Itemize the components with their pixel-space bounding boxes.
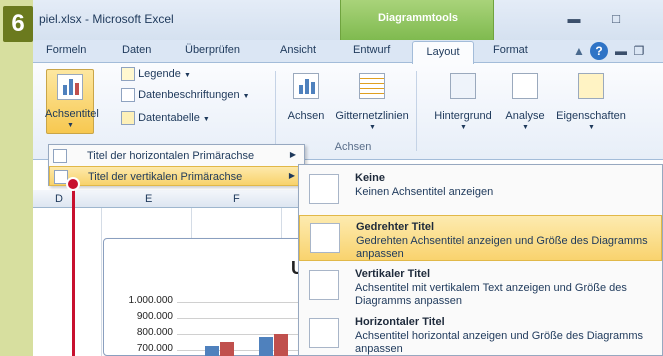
gridlines-icon bbox=[359, 73, 385, 99]
chart-gridline bbox=[177, 334, 317, 335]
horizontal-axis-icon bbox=[53, 149, 67, 163]
minimize-workbook-button[interactable]: ▬ bbox=[613, 43, 629, 59]
dropdown-arrow-icon: ▼ bbox=[202, 115, 210, 123]
dropdown-arrow-icon: ▼ bbox=[183, 71, 191, 79]
context-tab-label: Diagrammtools bbox=[377, 12, 459, 24]
legende-label: Legende bbox=[138, 67, 181, 80]
help-icon[interactable]: ? bbox=[590, 42, 608, 60]
horizontal-title-icon bbox=[309, 318, 339, 348]
y-tick-label: 1.000.000 bbox=[128, 295, 174, 306]
tab-formeln[interactable]: Formeln bbox=[46, 44, 86, 56]
y-tick-label: 900.000 bbox=[136, 311, 173, 322]
chart-bar bbox=[274, 334, 288, 356]
submenu-arrow-icon: ▶ bbox=[288, 171, 295, 180]
axis-title-submenu: Titel der horizontalen Primärachse ▶ Tit… bbox=[48, 144, 305, 186]
achsen-label: Achsen bbox=[287, 110, 325, 122]
tab-ansicht[interactable]: Ansicht bbox=[280, 44, 316, 56]
y-tick-label: 700.000 bbox=[136, 343, 173, 354]
column-header-f[interactable]: F bbox=[233, 193, 240, 205]
option-vertikaler-titel[interactable]: Vertikaler Titel Achsentitel mit vertika… bbox=[299, 263, 662, 309]
dropdown-arrow-icon: ▼ bbox=[522, 124, 529, 131]
datentabelle-label: Datentabelle bbox=[138, 111, 200, 124]
no-title-icon bbox=[309, 174, 339, 204]
dropdown-arrow-icon: ▼ bbox=[460, 124, 467, 131]
tab-format[interactable]: Format bbox=[493, 44, 528, 56]
data-table-icon bbox=[121, 111, 135, 125]
analysis-icon bbox=[512, 73, 538, 99]
chart-gridline bbox=[177, 350, 317, 351]
chart-bar bbox=[205, 346, 219, 356]
background-icon bbox=[450, 73, 476, 99]
column-header-e[interactable]: E bbox=[145, 193, 152, 205]
dropdown-arrow-icon: ▼ bbox=[588, 124, 595, 131]
menu-item-horizontal-primary-axis[interactable]: Titel der horizontalen Primärachse ▶ bbox=[49, 146, 304, 166]
excel-window: piel.xlsx - Microsoft Excel Diagrammtool… bbox=[33, 0, 663, 356]
option-horizontaler-titel[interactable]: Horizontaler Titel Achsentitel horizonta… bbox=[299, 311, 662, 356]
eigenschaften-label: Eigenschaften bbox=[556, 110, 626, 122]
group-label-achsen: Achsen bbox=[334, 141, 372, 153]
chart-bar bbox=[259, 337, 273, 356]
ribbon-collapse-icon[interactable]: ▲ bbox=[571, 43, 587, 59]
dropdown-arrow-icon: ▼ bbox=[67, 122, 74, 129]
window-title: piel.xlsx - Microsoft Excel bbox=[39, 12, 174, 26]
chart-gridline bbox=[177, 318, 317, 319]
rotated-title-icon bbox=[310, 223, 340, 253]
option-gedrehter-titel[interactable]: Gedrehter Titel Gedrehten Achsentitel an… bbox=[299, 215, 662, 261]
menu-item-vertical-primary-axis[interactable]: Titel der vertikalen Primärachse ▶ bbox=[49, 166, 304, 186]
dropdown-arrow-icon: ▼ bbox=[242, 92, 250, 100]
chart-gridline bbox=[177, 302, 317, 303]
datentabelle-button[interactable]: Datentabelle ▼ bbox=[121, 111, 210, 125]
datenbeschriftungen-button[interactable]: Datenbeschriftungen ▼ bbox=[121, 88, 250, 102]
y-tick-label: 800.000 bbox=[136, 327, 173, 338]
maximize-button[interactable]: □ bbox=[607, 10, 625, 28]
analyse-button[interactable]: Analyse ▼ bbox=[501, 70, 549, 132]
vertical-title-icon bbox=[309, 270, 339, 300]
dropdown-arrow-icon: ▼ bbox=[369, 124, 376, 131]
achsentitel-label: Achsentitel bbox=[45, 108, 99, 120]
tab-daten[interactable]: Daten bbox=[122, 44, 151, 56]
data-labels-icon bbox=[121, 88, 135, 102]
group-separator bbox=[275, 71, 276, 151]
tab-entwurf[interactable]: Entwurf bbox=[353, 44, 390, 56]
tab-layout[interactable]: Layout bbox=[412, 41, 474, 64]
group-separator bbox=[416, 71, 417, 151]
properties-icon bbox=[578, 73, 604, 99]
hintergrund-button[interactable]: Hintergrund ▼ bbox=[423, 70, 503, 132]
chart-bar bbox=[220, 342, 234, 356]
gridline bbox=[101, 208, 102, 356]
axis-title-icon bbox=[57, 74, 83, 100]
context-tab-diagrammtools: Diagrammtools bbox=[340, 0, 494, 40]
column-header-d[interactable]: D bbox=[55, 193, 63, 205]
hintergrund-label: Hintergrund bbox=[434, 110, 492, 122]
legende-button[interactable]: Legende ▼ bbox=[121, 67, 191, 81]
achsentitel-button[interactable]: Achsentitel ▼ bbox=[45, 69, 99, 134]
restore-workbook-button[interactable]: ❐ bbox=[631, 43, 647, 59]
annotation-pointer-line bbox=[72, 182, 75, 356]
gitternetzlinien-button[interactable]: Gitternetzlinien ▼ bbox=[329, 70, 415, 132]
tab-ueberpruefen[interactable]: Überprüfen bbox=[185, 44, 240, 56]
datenbeschriftungen-label: Datenbeschriftungen bbox=[138, 88, 240, 101]
option-keine[interactable]: Keine Keinen Achsentitel anzeigen bbox=[299, 167, 662, 211]
submenu-arrow-icon: ▶ bbox=[289, 150, 296, 159]
step-badge: 6 bbox=[3, 6, 33, 42]
gitternetzlinien-label: Gitternetzlinien bbox=[335, 110, 409, 122]
achsen-button[interactable]: Achsen bbox=[283, 70, 329, 132]
analyse-label: Analyse bbox=[505, 110, 545, 122]
eigenschaften-button[interactable]: Eigenschaften ▼ bbox=[549, 70, 633, 132]
vertical-axis-title-options-menu: Keine Keinen Achsentitel anzeigen Gedreh… bbox=[298, 164, 663, 356]
annotation-pointer-dot bbox=[66, 177, 80, 191]
axes-icon bbox=[293, 73, 319, 99]
minimize-button[interactable]: ▬ bbox=[565, 10, 583, 28]
legend-icon bbox=[121, 67, 135, 81]
